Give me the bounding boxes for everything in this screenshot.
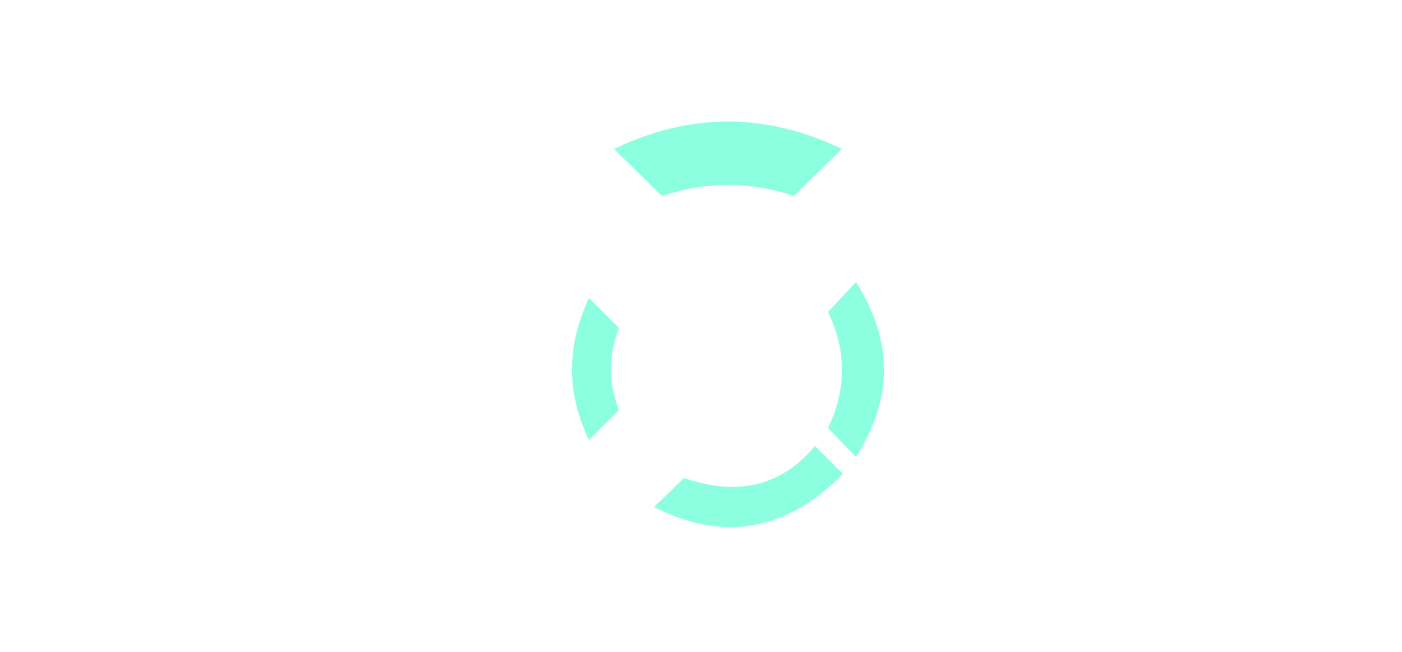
loading-screen	[0, 0, 1402, 652]
segmented-ring-spinner-icon	[572, 121, 884, 528]
spinner-segment-bottom	[654, 446, 843, 528]
spinner-segment-right	[828, 282, 884, 457]
spinner-segment-left	[572, 298, 619, 440]
loading-spinner	[0, 0, 1402, 652]
spinner-segment-top	[614, 121, 842, 196]
